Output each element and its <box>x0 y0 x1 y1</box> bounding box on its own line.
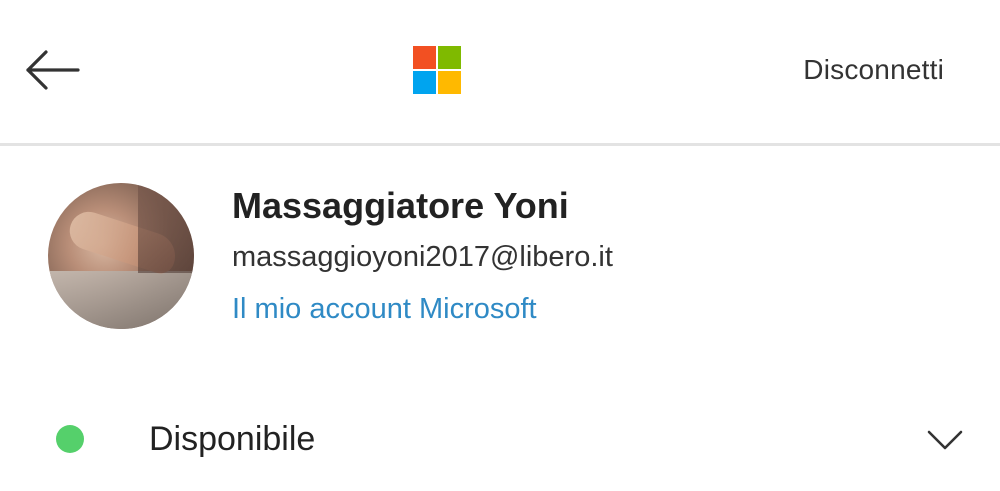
microsoft-logo-icon <box>413 46 461 94</box>
logo-square-blue <box>413 71 436 94</box>
presence-status-selector[interactable]: Disponibile <box>0 398 1000 480</box>
user-name: Massaggiatore Yoni <box>232 185 569 226</box>
avatar-photo-detail <box>138 183 194 273</box>
signout-button[interactable]: Disconnetti <box>803 52 944 88</box>
my-account-link[interactable]: Il mio account Microsoft <box>232 290 537 328</box>
status-label: Disponibile <box>149 420 316 458</box>
logo-square-yellow <box>438 71 461 94</box>
user-email: massaggioyoni2017@libero.it <box>232 241 613 273</box>
chevron-down-icon[interactable] <box>926 428 964 452</box>
avatar[interactable] <box>48 183 194 329</box>
arrow-left-icon <box>18 42 88 98</box>
header-divider <box>0 143 1000 146</box>
account-panel: Disconnetti Massaggiatore Yoni massaggio… <box>0 0 1000 491</box>
avatar-photo-detail <box>48 271 194 329</box>
top-bar: Disconnetti <box>0 0 1000 144</box>
back-button[interactable] <box>18 42 88 98</box>
logo-square-red <box>413 46 436 69</box>
status-dot-icon <box>56 425 84 453</box>
logo-square-green <box>438 46 461 69</box>
